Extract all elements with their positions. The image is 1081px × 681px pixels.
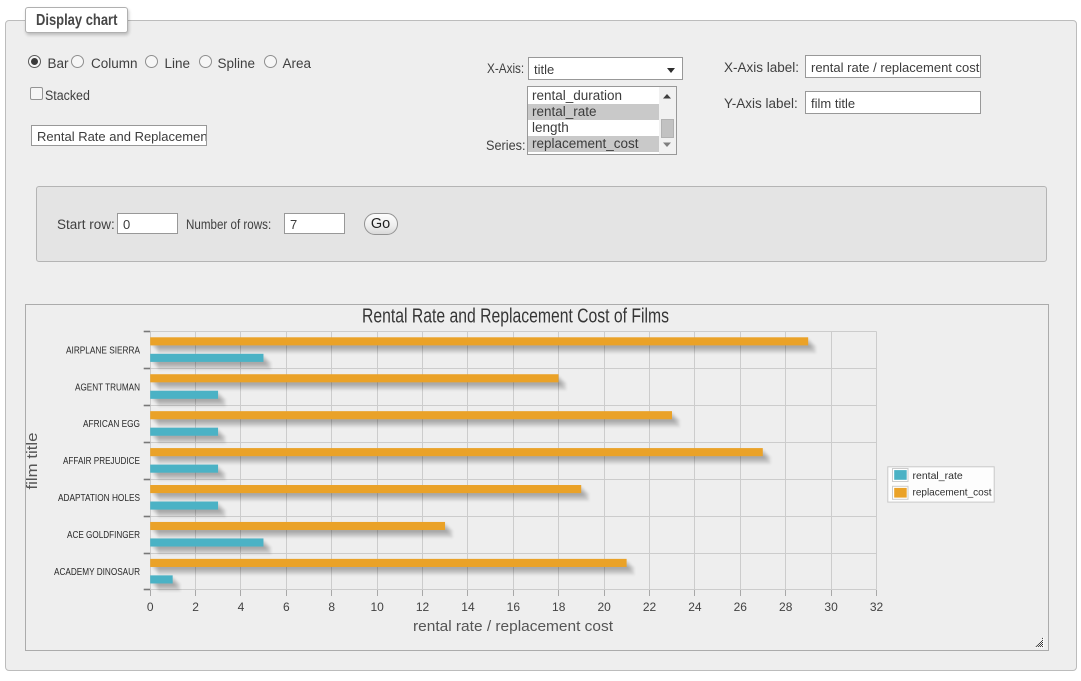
svg-text:16: 16 (507, 600, 521, 614)
svg-text:26: 26 (734, 600, 748, 614)
svg-text:Rental Rate and Replacement Co: Rental Rate and Replacement Cost of Film… (362, 306, 669, 328)
svg-text:4: 4 (238, 600, 245, 614)
svg-text:14: 14 (461, 600, 475, 614)
svg-text:AFRICAN EGG: AFRICAN EGG (83, 419, 140, 430)
svg-text:AIRPLANE SIERRA: AIRPLANE SIERRA (66, 345, 140, 356)
svg-text:film title: film title (26, 433, 41, 490)
svg-text:24: 24 (688, 600, 702, 614)
svg-text:0: 0 (147, 600, 154, 614)
svg-text:replacement_cost: replacement_cost (913, 486, 992, 498)
svg-text:2: 2 (192, 600, 199, 614)
svg-text:30: 30 (824, 600, 838, 614)
svg-text:rental_rate: rental_rate (913, 470, 963, 482)
svg-text:18: 18 (552, 600, 566, 614)
svg-text:22: 22 (643, 600, 657, 614)
svg-text:8: 8 (328, 600, 335, 614)
svg-text:rental rate / replacement cost: rental rate / replacement cost (413, 619, 613, 635)
svg-text:6: 6 (283, 600, 290, 614)
svg-text:AGENT TRUMAN: AGENT TRUMAN (75, 382, 140, 393)
svg-text:AFFAIR PREJUDICE: AFFAIR PREJUDICE (63, 456, 140, 467)
svg-text:10: 10 (370, 600, 384, 614)
svg-text:ADAPTATION HOLES: ADAPTATION HOLES (58, 493, 140, 504)
svg-text:28: 28 (779, 600, 793, 614)
svg-text:ACADEMY DINOSAUR: ACADEMY DINOSAUR (54, 567, 140, 578)
svg-text:20: 20 (597, 600, 611, 614)
svg-text:12: 12 (416, 600, 430, 614)
svg-text:ACE GOLDFINGER: ACE GOLDFINGER (67, 530, 140, 541)
svg-text:32: 32 (870, 600, 884, 614)
